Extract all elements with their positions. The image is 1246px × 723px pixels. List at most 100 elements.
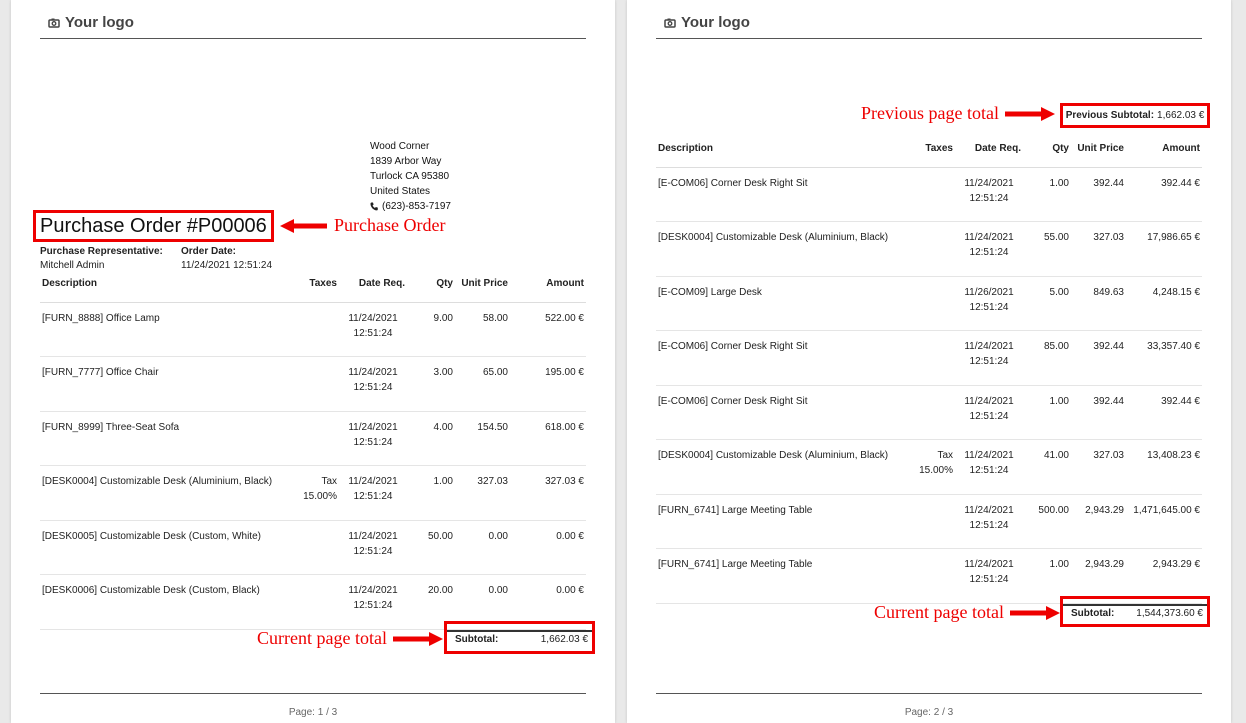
line-unit-price: 58.00 [455, 302, 510, 357]
line-taxes [916, 167, 955, 222]
line-date-required: 11/24/2021 12:51:24 [955, 439, 1023, 495]
line-taxes [300, 302, 339, 357]
line-date-required: 11/26/2021 12:51:24 [955, 276, 1023, 331]
line-taxes: Tax 15.00% [300, 465, 339, 521]
table-row: [E-COM06] Corner Desk Right Sit 11/24/202… [656, 385, 1202, 440]
line-description: [FURN_6741] Large Meeting Table [656, 494, 916, 549]
current-total-annotation: Current page total [874, 602, 1060, 623]
line-quantity: 55.00 [1023, 221, 1071, 277]
vendor-address: Wood Corner 1839 Arbor Way Turlock CA 95… [370, 139, 451, 214]
line-amount: 17,986.65 € [1126, 221, 1202, 277]
line-quantity: 4.00 [407, 411, 455, 466]
table-row: [DESK0004] Customizable Desk (Aluminium,… [40, 465, 586, 521]
line-unit-price: 65.00 [455, 356, 510, 412]
line-amount: 195.00 € [510, 356, 586, 412]
page-number: Page: 1 / 3 [288, 707, 338, 718]
line-quantity: 1.00 [407, 465, 455, 521]
table-row: [DESK0004] Customizable Desk (Aluminium,… [656, 221, 1202, 277]
line-quantity: 500.00 [1023, 494, 1071, 549]
table-row: [FURN_7777] Office Chair 11/24/2021 12:51… [40, 356, 586, 412]
company-logo: Your logo [664, 14, 750, 31]
line-amount: 33,357.40 € [1126, 330, 1202, 386]
vendor-phone: (623)-853-7197 [370, 199, 451, 214]
table-row: [E-COM06] Corner Desk Right Sit 11/24/202… [656, 330, 1202, 386]
line-date-required: 11/24/2021 12:51:24 [339, 356, 407, 412]
line-amount: 522.00 € [510, 302, 586, 357]
page-title: Purchase Order #P00006 [33, 210, 274, 242]
arrow-right-icon [392, 631, 443, 646]
line-taxes [916, 276, 955, 331]
line-amount: 392.44 € [1126, 385, 1202, 440]
column-header-taxes: Taxes [916, 137, 955, 168]
column-header-amount: Amount [510, 272, 586, 303]
column-header-date: Date Req. [955, 137, 1023, 168]
line-taxes [916, 548, 955, 604]
line-amount: 4,248.15 € [1126, 276, 1202, 331]
line-date-required: 11/24/2021 12:51:24 [955, 221, 1023, 277]
previous-total-annotation: Previous page total [861, 103, 1055, 124]
line-quantity: 1.00 [1023, 548, 1071, 604]
line-quantity: 50.00 [407, 520, 455, 575]
line-description: [E-COM06] Corner Desk Right Sit [656, 385, 916, 440]
line-unit-price: 392.44 [1071, 385, 1126, 440]
vendor-country: United States [370, 186, 431, 197]
column-header-unit-price: Unit Price [1071, 137, 1126, 168]
line-quantity: 9.00 [407, 302, 455, 357]
subtotal-label: Subtotal: [455, 634, 499, 645]
column-header-qty: Qty [1023, 137, 1071, 168]
arrow-right-icon [1004, 106, 1055, 121]
order-date-block: Order Date: 11/24/2021 12:51:24 [181, 245, 272, 273]
annotation-text: Current page total [874, 602, 1004, 622]
line-date-required: 11/24/2021 12:51:24 [339, 302, 407, 357]
column-header-qty: Qty [407, 272, 455, 303]
line-date-required: 11/24/2021 12:51:24 [339, 411, 407, 466]
line-description: [DESK0006] Customizable Desk (Custom, Bl… [40, 574, 300, 630]
representative-block: Purchase Representative: Mitchell Admin [40, 245, 163, 273]
arrow-right-icon [1009, 605, 1060, 620]
line-quantity: 3.00 [407, 356, 455, 412]
line-description: [DESK0005] Customizable Desk (Custom, Wh… [40, 520, 300, 575]
line-date-required: 11/24/2021 12:51:24 [955, 167, 1023, 222]
line-date-required: 11/24/2021 12:51:24 [339, 465, 407, 521]
table-row: [FURN_8999] Three-Seat Sofa 11/24/2021 12… [40, 411, 586, 466]
header-divider [40, 38, 586, 39]
order-date-value: 11/24/2021 12:51:24 [181, 260, 273, 271]
line-unit-price: 327.03 [455, 465, 510, 521]
purchase-order-annotation: Purchase Order [280, 215, 445, 236]
report-page-1: Your logo Wood Corner 1839 Arbor Way Tur… [11, 0, 615, 723]
subtotal-value: 1,662.03 € [540, 634, 588, 645]
line-description: [E-COM06] Corner Desk Right Sit [656, 330, 916, 386]
line-quantity: 1.00 [1023, 385, 1071, 440]
line-description: [FURN_8999] Three-Seat Sofa [40, 411, 300, 466]
column-header-date: Date Req. [339, 272, 407, 303]
annotation-text: Previous page total [861, 103, 999, 123]
subtotal-value: 1,544,373.60 € [1136, 608, 1203, 619]
line-amount: 13,408.23 € [1126, 439, 1202, 495]
column-header-taxes: Taxes [300, 272, 339, 303]
column-header-description: Description [40, 272, 300, 303]
line-amount: 618.00 € [510, 411, 586, 466]
line-date-required: 11/24/2021 12:51:24 [339, 520, 407, 575]
table-header-row: Description Taxes Date Req. Qty Unit Pri… [656, 137, 1202, 168]
page-number: Page: 2 / 3 [904, 707, 954, 718]
line-taxes [300, 356, 339, 412]
annotation-text: Current page total [257, 628, 387, 648]
line-taxes [916, 330, 955, 386]
table-row: [E-COM09] Large Desk 11/26/2021 12:51:24 5… [656, 276, 1202, 331]
line-description: [E-COM09] Large Desk [656, 276, 916, 331]
table-row: [FURN_6741] Large Meeting Table 11/24/202… [656, 548, 1202, 604]
footer-divider [40, 693, 586, 694]
line-amount: 327.03 € [510, 465, 586, 521]
line-amount: 0.00 € [510, 520, 586, 575]
table-row: [DESK0004] Customizable Desk (Aluminium,… [656, 439, 1202, 495]
line-description: [FURN_6741] Large Meeting Table [656, 548, 916, 604]
table-row: [FURN_8888] Office Lamp 11/24/2021 12:51:… [40, 302, 586, 357]
line-amount: 2,943.29 € [1126, 548, 1202, 604]
line-date-required: 11/24/2021 12:51:24 [339, 574, 407, 630]
line-quantity: 85.00 [1023, 330, 1071, 386]
line-quantity: 5.00 [1023, 276, 1071, 331]
line-description: [DESK0004] Customizable Desk (Aluminium,… [40, 465, 300, 521]
line-taxes [916, 385, 955, 440]
line-unit-price: 327.03 [1071, 439, 1126, 495]
line-unit-price: 2,943.29 [1071, 548, 1126, 604]
